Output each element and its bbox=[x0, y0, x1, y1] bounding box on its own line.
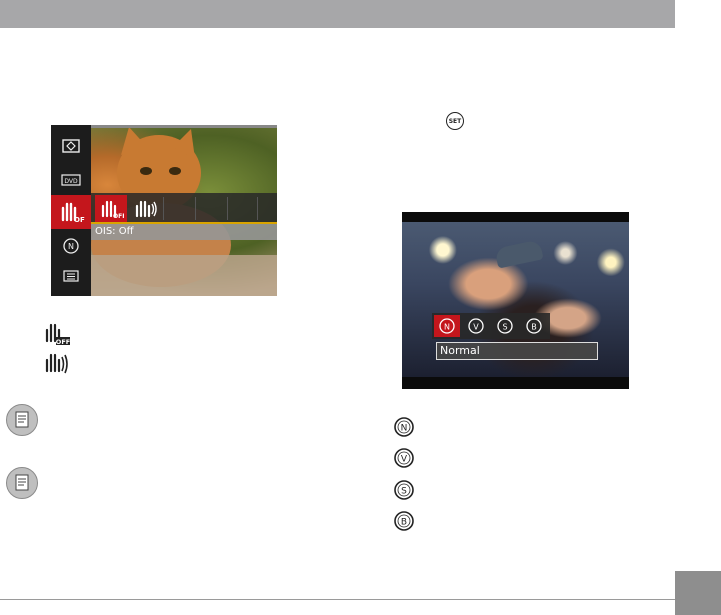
set-button-icon: SET bbox=[446, 112, 464, 130]
color-sepia-option-icon[interactable]: S bbox=[492, 315, 518, 337]
svg-text:DVD: DVD bbox=[64, 178, 78, 185]
ois-on-icon bbox=[45, 353, 68, 374]
note-icon bbox=[6, 404, 38, 436]
ois-option-strip: OFF bbox=[91, 193, 277, 224]
color-option-label: Normal bbox=[436, 342, 598, 360]
svg-text:B: B bbox=[531, 323, 537, 332]
color-sepia-icon: S bbox=[394, 480, 414, 500]
color-option-strip: N V S B bbox=[432, 313, 550, 339]
page-tab bbox=[675, 571, 721, 615]
svg-text:N: N bbox=[68, 242, 74, 251]
svg-text:N: N bbox=[444, 323, 450, 332]
color-vivid-option-icon[interactable]: V bbox=[463, 315, 489, 337]
menu-top-border bbox=[91, 125, 277, 128]
color-normal-option-icon[interactable]: N bbox=[434, 315, 460, 337]
footer-rule bbox=[0, 599, 675, 600]
menu-sidebar: DVD OFF N bbox=[51, 125, 91, 296]
empty-slot bbox=[257, 197, 277, 220]
svg-text:OFF: OFF bbox=[74, 216, 85, 224]
ois-off-icon: OFF bbox=[45, 323, 70, 346]
svg-text:OFF: OFF bbox=[113, 213, 124, 220]
svg-text:N: N bbox=[401, 424, 408, 434]
svg-text:B: B bbox=[401, 518, 407, 528]
empty-slot bbox=[163, 197, 194, 220]
empty-slot bbox=[227, 197, 258, 220]
color-menu-screenshot: N V S B Normal bbox=[402, 212, 629, 389]
empty-slot bbox=[195, 197, 226, 220]
dvd-icon[interactable]: DVD bbox=[56, 169, 86, 191]
svg-text:S: S bbox=[401, 487, 407, 497]
svg-text:V: V bbox=[473, 323, 479, 332]
color-icon[interactable]: N bbox=[56, 235, 86, 257]
ois-menu-screenshot: DVD OFF N OFF OIS: Off bbox=[51, 125, 277, 296]
menu-icon[interactable] bbox=[56, 265, 86, 287]
ois-option-label: OIS: Off bbox=[91, 224, 277, 240]
color-bw-option-icon[interactable]: B bbox=[521, 315, 547, 337]
ois-on-option-icon[interactable] bbox=[129, 195, 161, 222]
header-bar bbox=[0, 0, 675, 28]
note-icon bbox=[6, 467, 38, 499]
svg-text:S: S bbox=[502, 323, 507, 332]
ois-off-icon[interactable]: OFF bbox=[51, 195, 91, 229]
svg-text:V: V bbox=[401, 455, 408, 465]
ois-off-option-icon[interactable]: OFF bbox=[95, 195, 127, 222]
color-normal-icon: N bbox=[394, 417, 414, 437]
svg-text:OFF: OFF bbox=[56, 338, 70, 346]
exposure-icon[interactable] bbox=[56, 135, 86, 157]
color-bw-icon: B bbox=[394, 511, 414, 531]
color-vivid-icon: V bbox=[394, 448, 414, 468]
